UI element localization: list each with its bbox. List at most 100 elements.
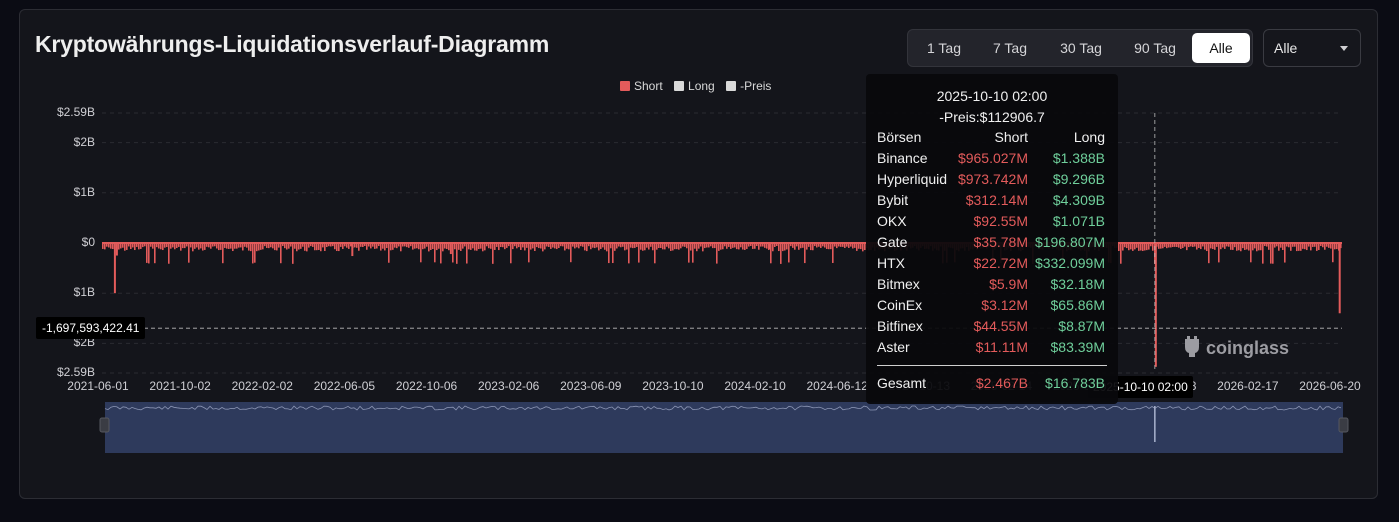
short-bar [718,243,720,251]
tooltip-row: Hyperliquid $973.742M $9.296B [877,171,1105,191]
short-bar [1152,243,1154,251]
short-bar [442,243,444,252]
short-bar [628,243,630,264]
short-bar [218,243,220,251]
watermark-text: coinglass [1206,338,1290,358]
short-peak-bar [115,243,118,256]
short-bar [452,243,454,263]
tooltip-divider [877,365,1107,366]
tooltip-row: Bitfinex $44.55M $8.87M [877,318,1105,338]
short-bar [1214,243,1216,250]
short-bar [612,243,614,264]
short-bar [1318,243,1320,251]
short-bar [476,243,478,251]
tooltip-short-value: $3.12M [981,297,1028,313]
tooltip-long-value: $4.309B [1052,192,1105,208]
short-bar [542,243,544,252]
short-bar [1284,243,1286,263]
short-bar [232,243,234,252]
x-tick-label: 2024-06-12 [806,379,868,393]
short-bar [1236,243,1238,251]
short-bar [124,243,126,251]
short-bar [1244,243,1246,250]
short-bar [192,243,194,252]
tooltip-short-value: $44.55M [973,318,1028,334]
short-bar [318,243,320,250]
zoom-handle-right[interactable] [1338,417,1349,433]
short-bar [758,243,760,250]
short-bar [810,243,812,251]
zoom-handle-left[interactable] [99,417,110,433]
short-bar [280,243,282,264]
tooltip-exchange: Gate [877,234,908,250]
short-bar [498,243,500,251]
x-tick-label: 2022-02-02 [231,379,293,393]
short-bar [366,243,368,250]
short-bar [696,243,698,252]
tooltip-header-row: Börsen Short Long [877,129,1105,149]
tooltip-exchange: HTX [877,255,905,271]
short-bar [1282,243,1284,250]
short-bar [778,243,780,252]
short-bar [1300,243,1302,251]
short-bar [254,243,256,263]
short-bar [220,243,222,250]
tooltip-short-value: $92.55M [973,213,1028,229]
short-bar [744,243,746,250]
short-bar [314,243,316,251]
short-bar [1122,243,1124,251]
short-bar [162,243,164,251]
short-peak-bar [351,243,354,257]
short-bar [1240,243,1242,252]
short-bar [1208,243,1210,264]
short-bar [1256,243,1258,252]
tooltip-short-value: $965.027M [957,150,1028,166]
x-tick-label: 2026-06-20 [1299,379,1361,393]
short-bar [1262,243,1264,264]
short-bar [804,243,806,264]
y-tick-label: $2.59B [56,365,95,379]
short-bar [1272,243,1274,264]
short-bar [324,243,326,251]
short-bar [570,243,572,263]
x-tick-label: 2021-06-01 [67,379,129,393]
short-bar [794,243,796,250]
tooltip-long-value: $196.807M [1034,234,1105,250]
short-bar [1332,243,1334,263]
y-tick-label: $1B [73,184,95,199]
x-tick-label: 2022-06-05 [313,379,376,393]
tooltip-exchange: CoinEx [877,297,923,313]
short-bar [586,243,588,252]
tooltip-price: -Preis:$112906.7 [939,109,1045,125]
short-bar [1138,243,1140,251]
short-bar [788,243,790,263]
tooltip-total-row: Gesamt $2.467B $16.783B [877,375,1105,395]
short-bar [1132,243,1134,251]
short-bar [638,243,640,263]
short-bar [448,243,450,251]
short-bar [154,243,156,264]
short-bar [458,243,460,250]
short-bar [640,243,642,250]
short-bar [474,243,476,251]
short-bar [1324,243,1326,250]
short-bar [434,243,436,263]
short-bar [524,243,526,251]
short-bar [1290,243,1292,251]
short-bar [672,243,674,251]
short-bar [260,243,262,250]
short-bar [1258,243,1260,251]
liquidation-chart[interactable] [0,0,1399,522]
short-bar [1260,243,1262,251]
short-bar [466,243,468,264]
short-bar [510,243,512,264]
short-bar [482,243,484,252]
coinglass-logo-icon [1185,336,1199,357]
short-bar [1142,243,1144,252]
short-bar [624,243,626,251]
short-bar [428,243,430,252]
tooltip-long-value: $8.87M [1058,318,1105,334]
short-bar [1144,243,1146,251]
short-bar [702,243,704,252]
short-bar [306,243,308,252]
